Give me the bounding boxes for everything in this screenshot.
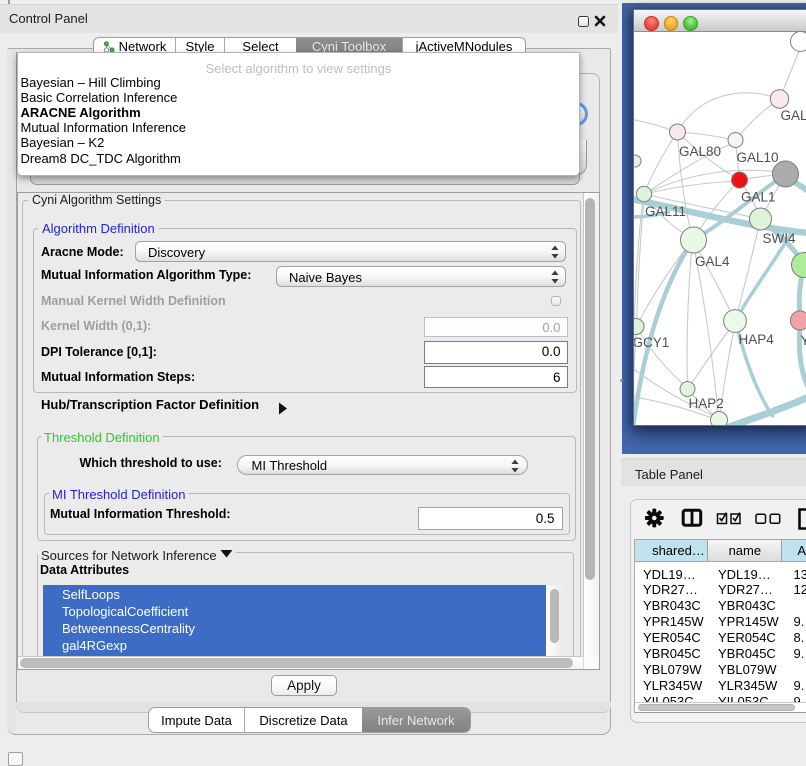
svg-text:HAP2: HAP2	[688, 396, 723, 411]
svg-text:GCY1: GCY1	[634, 335, 669, 350]
svg-text:GAL7: GAL7	[780, 108, 806, 123]
svg-text:SWI4: SWI4	[762, 231, 795, 246]
svg-text:GAL10: GAL10	[736, 150, 778, 165]
svg-text:HAP4: HAP4	[738, 332, 774, 347]
svg-text:GAL80: GAL80	[679, 144, 721, 159]
svg-text:YB: YB	[800, 333, 806, 348]
svg-text:GAL4: GAL4	[695, 254, 730, 269]
svg-text:GAL11: GAL11	[645, 204, 686, 219]
svg-text:GAL1: GAL1	[741, 190, 776, 205]
